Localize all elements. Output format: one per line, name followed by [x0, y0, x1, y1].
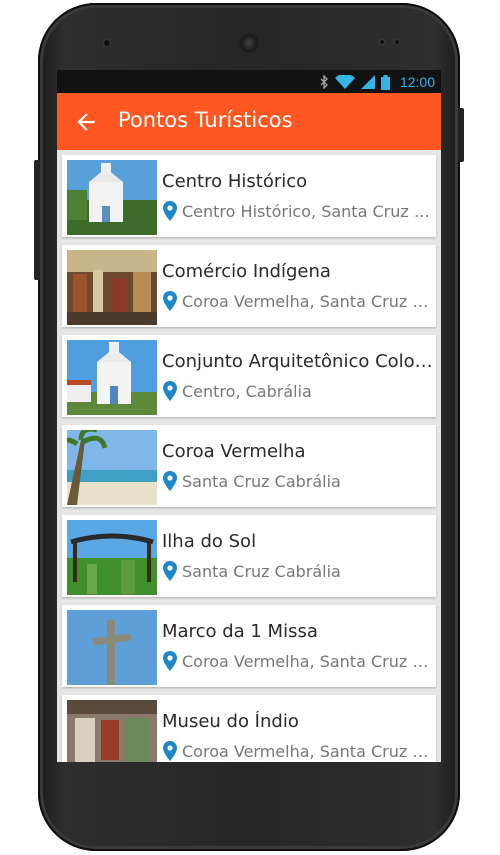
- location-pin-icon: [163, 561, 177, 581]
- proximity-sensor: [380, 40, 384, 44]
- place-location: Santa Cruz Cabrália: [163, 470, 435, 492]
- place-title: Marco da 1 Missa: [162, 621, 318, 642]
- page-title: Pontos Turísticos: [118, 108, 293, 132]
- place-photo: [67, 700, 157, 762]
- place-photo: [67, 160, 157, 235]
- place-location-text: Coroa Vermelha, Santa Cruz Cabrália: [182, 741, 435, 761]
- place-title: Centro Histórico: [162, 171, 308, 192]
- place-location: Coroa Vermelha, Santa Cruz Cabrália: [163, 740, 435, 762]
- bluetooth-icon: [320, 75, 328, 89]
- wifi-icon: [334, 75, 355, 89]
- place-location: Centro, Cabrália: [163, 380, 435, 402]
- power-button: [458, 108, 464, 162]
- status-clock: 12:00: [399, 74, 435, 90]
- signal-icon: [360, 75, 375, 89]
- place-title: Museu do Índio: [162, 711, 299, 732]
- location-pin-icon: [163, 651, 177, 671]
- place-photo: [67, 610, 157, 685]
- place-title: Ilha do Sol: [162, 531, 257, 552]
- screen: 12:00 Pontos Turísticos Centro Histórico…: [57, 70, 441, 762]
- battery-icon: [380, 74, 390, 90]
- earpiece-speaker: [239, 33, 259, 53]
- place-location-text: Coroa Vermelha, Santa Cruz Cabrália: [182, 291, 435, 311]
- location-pin-icon: [163, 291, 177, 311]
- place-location: Santa Cruz Cabrália: [163, 560, 435, 582]
- front-camera: [104, 40, 110, 46]
- place-location: Centro Histórico, Santa Cruz Cabrália: [163, 200, 435, 222]
- list-item[interactable]: Centro Histórico Centro Histórico, Santa…: [62, 155, 436, 237]
- place-photo: [67, 430, 157, 505]
- place-title: Comércio Indígena: [162, 261, 331, 282]
- status-bar: 12:00: [57, 70, 441, 93]
- place-title: Coroa Vermelha: [162, 441, 306, 462]
- arrow-back-icon[interactable]: [73, 109, 99, 135]
- place-photo: [67, 250, 157, 325]
- location-pin-icon: [163, 471, 177, 491]
- light-sensor: [395, 40, 399, 44]
- app-bar: Pontos Turísticos: [57, 93, 441, 150]
- list-item[interactable]: Coroa Vermelha Santa Cruz Cabrália: [62, 425, 436, 507]
- place-location-text: Centro Histórico, Santa Cruz Cabrália: [182, 201, 435, 221]
- list-item[interactable]: Marco da 1 Missa Coroa Vermelha, Santa C…: [62, 605, 436, 687]
- list-item[interactable]: Museu do Índio Coroa Vermelha, Santa Cru…: [62, 695, 436, 762]
- list-item[interactable]: Ilha do Sol Santa Cruz Cabrália: [62, 515, 436, 597]
- place-photo: [67, 520, 157, 595]
- place-location-text: Santa Cruz Cabrália: [182, 561, 341, 581]
- location-pin-icon: [163, 201, 177, 221]
- place-title: Conjunto Arquitetônico Colonial: [162, 351, 434, 372]
- place-location: Coroa Vermelha, Santa Cruz Cabrália: [163, 650, 435, 672]
- location-pin-icon: [163, 741, 177, 761]
- place-photo: [67, 340, 157, 415]
- list-item[interactable]: Conjunto Arquitetônico Colonial Centro, …: [62, 335, 436, 417]
- volume-button: [34, 160, 40, 280]
- place-location-text: Santa Cruz Cabrália: [182, 471, 341, 491]
- place-location-text: Coroa Vermelha, Santa Cruz Cabrália: [182, 651, 435, 671]
- place-location: Coroa Vermelha, Santa Cruz Cabrália: [163, 290, 435, 312]
- list-item[interactable]: Comércio Indígena Coroa Vermelha, Santa …: [62, 245, 436, 327]
- location-pin-icon: [163, 381, 177, 401]
- place-location-text: Centro, Cabrália: [182, 381, 312, 401]
